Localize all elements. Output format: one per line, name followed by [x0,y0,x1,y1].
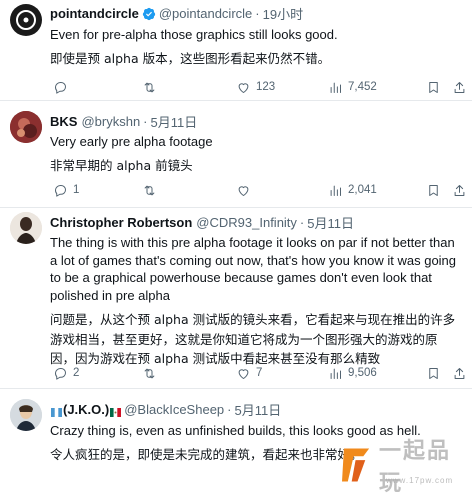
author-handle[interactable]: @pointandcircle [159,6,252,21]
timestamp[interactable]: 5月11日 [235,400,282,419]
author-handle[interactable]: @brykshn [81,114,140,129]
verified-icon [142,7,156,21]
separator: · [299,215,305,230]
reply-icon [54,184,66,197]
views-button[interactable]: 2,041 [328,183,377,198]
views-icon [330,185,341,196]
retweet-icon [144,82,155,92]
share-icon [454,184,465,196]
views-button[interactable]: 9,506 [328,366,377,381]
reply-icon [54,367,66,380]
reply-count: 1 [73,184,80,196]
tweet-header: (J.K.O.) @BlackIceSheep · 5月11日 [50,389,460,419]
tweet-text-en: The thing is with this pre alpha footage… [50,235,457,303]
bookmark-icon [429,81,438,93]
share-icon [454,367,465,379]
share-button[interactable] [452,80,467,95]
reply-button[interactable] [53,80,68,95]
author-handle[interactable]: @CDR93_Infinity [196,215,297,230]
tweet-header: pointandcircle @pointandcircle · 19小时 [50,0,460,23]
author-handle[interactable]: @BlackIceSheep [124,402,224,417]
tweet-3[interactable]: Christopher Robertson @CDR93_Infinity · … [0,208,472,382]
share-icon [454,81,465,93]
avatar[interactable] [10,4,42,36]
author-name[interactable]: pointandcircle [50,6,139,21]
reply-icon [54,81,66,94]
views-icon [330,368,341,379]
tweet-text-en: Even for pre-alpha those graphics still … [50,27,338,42]
bookmark-button[interactable] [426,80,441,95]
views-button[interactable]: 7,452 [328,80,377,95]
action-bar: 123 7,452 [50,77,465,97]
watermark-text: 一起品玩 [379,439,452,496]
retweet-icon [144,185,155,195]
action-bar: 1 2,041 [50,180,465,200]
separator: · [227,402,232,417]
like-icon [238,82,249,93]
timestamp[interactable]: 5月11日 [151,112,198,131]
retweet-button[interactable] [142,366,157,381]
retweet-button[interactable] [142,183,157,198]
like-icon [238,368,249,379]
watermark: 一起品玩 www.17pw.com [342,439,472,496]
like-button[interactable]: 7 [236,366,262,381]
author-name[interactable]: (J.K.O.) [63,402,109,417]
timestamp[interactable]: 19小时 [263,4,303,23]
share-button[interactable] [452,366,467,381]
avatar[interactable] [10,111,42,143]
bookmark-button[interactable] [426,183,441,198]
reply-button[interactable]: 1 [53,183,79,198]
avatar[interactable] [10,399,42,431]
separator: · [143,114,148,129]
reply-button[interactable]: 2 [53,366,79,381]
guatemala-flag-icon [51,405,62,417]
reply-count: 2 [73,367,80,379]
tweet-1[interactable]: pointandcircle @pointandcircle · 19小时 Ev… [0,0,472,94]
bookmark-button[interactable] [426,366,441,381]
watermark-url: www.17pw.com [386,476,454,485]
tweet-text-zh: 非常早期的 alpha 前镜头 [50,158,193,173]
watermark-logo-icon [342,448,370,482]
mexico-flag-icon [110,405,122,417]
share-button[interactable] [452,183,467,198]
like-button[interactable] [236,183,251,198]
view-count: 7,452 [348,81,377,93]
bookmark-icon [429,184,438,196]
retweet-icon [144,368,155,378]
tweet-text-zh: 即使是预 alpha 版本，这些图形看起来仍然不错。 [50,51,331,66]
tweet-header: BKS @brykshn · 5月11日 [50,101,460,131]
action-bar: 2 7 9,506 [50,363,465,383]
like-count: 7 [256,367,263,379]
author-name[interactable]: BKS [50,114,77,129]
like-icon [238,185,249,196]
like-button[interactable]: 123 [236,80,275,95]
tweet-text-zh: 问题是，从这个预 alpha 测试版的镜头来看，它看起来与现在推出的许多游戏相当… [50,312,456,366]
timestamp[interactable]: 5月11日 [307,213,354,232]
views-icon [330,82,341,93]
separator: · [255,6,260,21]
view-count: 9,506 [348,367,377,379]
tweet-2[interactable]: BKS @brykshn · 5月11日 Very early pre alph… [0,101,472,197]
tweet-header: Christopher Robertson @CDR93_Infinity · … [50,208,460,232]
avatar[interactable] [10,212,42,244]
tweet-text-en: Very early pre alpha footage [50,134,213,149]
retweet-button[interactable] [142,80,157,95]
bookmark-icon [429,367,438,379]
author-name[interactable]: Christopher Robertson [50,215,192,230]
like-count: 123 [256,81,276,93]
view-count: 2,041 [348,184,377,196]
